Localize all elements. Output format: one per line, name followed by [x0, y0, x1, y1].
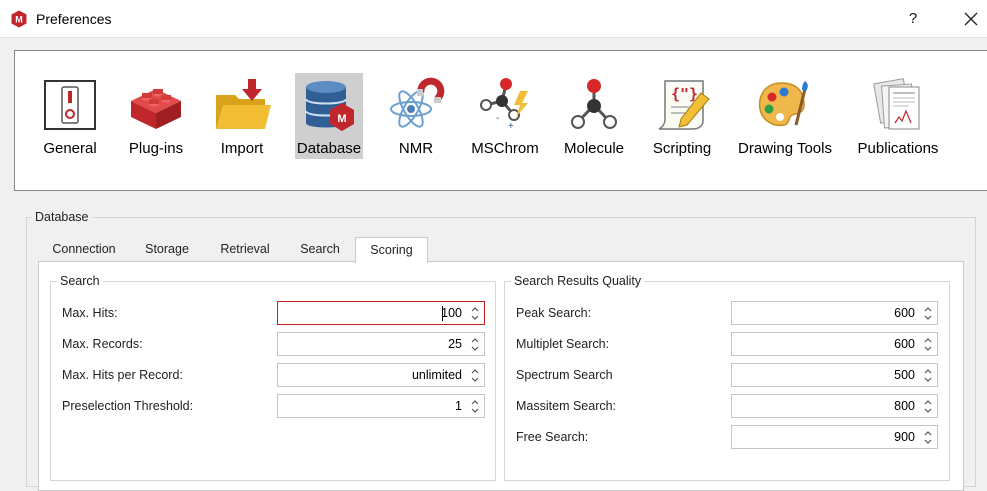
palette-icon: [758, 81, 808, 127]
spin-value: 1: [455, 399, 462, 413]
search-group-title: Search: [57, 274, 103, 288]
script-scroll-icon: {"}: [658, 80, 710, 130]
category-label: NMR: [398, 140, 434, 157]
title-bar: M Preferences ?: [0, 0, 987, 38]
spin-value: 900: [894, 430, 915, 444]
spin-value: unlimited: [411, 368, 462, 382]
chevron-up-icon[interactable]: [923, 305, 933, 313]
tab-connection[interactable]: Connection: [44, 237, 124, 262]
search-results-quality-title: Search Results Quality: [511, 274, 645, 288]
chevron-up-icon[interactable]: [923, 367, 933, 375]
chevron-down-icon[interactable]: [923, 345, 933, 353]
multiplet-search-spinbox[interactable]: 600: [731, 332, 938, 356]
category-plug-ins[interactable]: Plug-ins: [123, 73, 189, 159]
tab-retrieval[interactable]: Retrieval: [210, 237, 280, 262]
category-label: General: [43, 140, 97, 157]
chevron-up-icon[interactable]: [470, 336, 480, 344]
category-molecule[interactable]: Molecule: [561, 73, 627, 159]
category-nmr[interactable]: NMR: [383, 73, 449, 159]
app-logo-icon: M: [11, 10, 27, 28]
chevron-down-icon[interactable]: [923, 438, 933, 446]
category-label: Molecule: [563, 140, 625, 157]
close-icon: [964, 12, 978, 26]
spin-value: 100: [441, 306, 462, 320]
preselection-threshold-spinbox[interactable]: 1: [277, 394, 485, 418]
chevron-down-icon[interactable]: [923, 314, 933, 322]
spectrum-search-spinbox[interactable]: 500: [731, 363, 938, 387]
tab-storage[interactable]: Storage: [134, 237, 200, 262]
category-label: Drawing Tools: [738, 140, 832, 157]
svg-text:-: -: [496, 113, 499, 124]
category-database[interactable]: M Database: [295, 73, 363, 159]
peak-search-spinbox[interactable]: 600: [731, 301, 938, 325]
category-import[interactable]: Import: [209, 73, 275, 159]
max-hits-per-record-spinbox[interactable]: unlimited: [277, 363, 485, 387]
svg-text:M: M: [337, 113, 346, 125]
category-scripting[interactable]: {"} Scripting: [647, 73, 717, 159]
documents-icon: [873, 78, 920, 130]
chevron-up-icon[interactable]: [470, 367, 480, 375]
category-label: Plug-ins: [128, 140, 184, 157]
molecule-icon: [571, 79, 617, 129]
free-search-label: Free Search:: [516, 430, 589, 444]
max-hits-per-record-label: Max. Hits per Record:: [62, 368, 183, 382]
atom-magnet-icon: [390, 77, 445, 128]
chevron-down-icon[interactable]: [923, 407, 933, 415]
chevron-up-icon[interactable]: [923, 398, 933, 406]
molecule-ions-icon: - +: [480, 78, 528, 132]
chevron-up-icon[interactable]: [923, 429, 933, 437]
chevron-up-icon[interactable]: [470, 398, 480, 406]
folder-import-icon: [216, 79, 271, 129]
tab-search[interactable]: Search: [290, 237, 350, 262]
category-label: Publications: [857, 140, 939, 157]
category-label: Scripting: [652, 140, 712, 157]
free-search-spinbox[interactable]: 900: [731, 425, 938, 449]
massitem-search-spinbox[interactable]: 800: [731, 394, 938, 418]
preselection-threshold-label: Preselection Threshold:: [62, 399, 194, 413]
switch-icon: [44, 80, 96, 130]
peak-search-label: Peak Search:: [516, 306, 592, 320]
lego-brick-icon: [131, 89, 181, 129]
chevron-down-icon[interactable]: [470, 314, 480, 322]
close-button[interactable]: [952, 4, 987, 34]
category-general[interactable]: General: [37, 73, 103, 159]
tab-scoring[interactable]: Scoring: [355, 237, 428, 263]
svg-text:M: M: [15, 15, 23, 25]
window-title: Preferences: [36, 11, 112, 27]
preferences-category-toolbar: General Plug-ins Import M Database NMR -…: [14, 50, 987, 191]
category-label: MSChrom: [471, 140, 539, 157]
spin-value: 25: [448, 337, 462, 351]
database-icon: M: [305, 81, 354, 131]
category-publications[interactable]: Publications: [855, 73, 941, 159]
chevron-down-icon[interactable]: [470, 376, 480, 384]
chevron-up-icon[interactable]: [470, 305, 480, 313]
svg-text:{"}: {"}: [671, 85, 698, 103]
help-button[interactable]: ?: [896, 4, 930, 34]
spectrum-search-label: Spectrum Search: [516, 368, 613, 382]
chevron-down-icon[interactable]: [923, 376, 933, 384]
svg-text:+: +: [508, 121, 514, 132]
chevron-down-icon[interactable]: [470, 407, 480, 415]
spin-value: 600: [894, 337, 915, 351]
max-hits-label: Max. Hits:: [62, 306, 118, 320]
max-records-label: Max. Records:: [62, 337, 143, 351]
category-mschrom[interactable]: - + MSChrom: [469, 73, 541, 159]
category-drawing-tools[interactable]: Drawing Tools: [733, 73, 837, 159]
category-label: Import: [220, 140, 264, 157]
max-hits-spinbox[interactable]: 100: [277, 301, 485, 325]
database-group-title: Database: [32, 210, 92, 224]
spin-value: 600: [894, 306, 915, 320]
multiplet-search-label: Multiplet Search:: [516, 337, 610, 351]
max-records-spinbox[interactable]: 25: [277, 332, 485, 356]
spin-value: 800: [894, 399, 915, 413]
category-label: Database: [296, 140, 362, 157]
chevron-up-icon[interactable]: [923, 336, 933, 344]
chevron-down-icon[interactable]: [470, 345, 480, 353]
spin-value: 500: [894, 368, 915, 382]
massitem-search-label: Massitem Search:: [516, 399, 617, 413]
